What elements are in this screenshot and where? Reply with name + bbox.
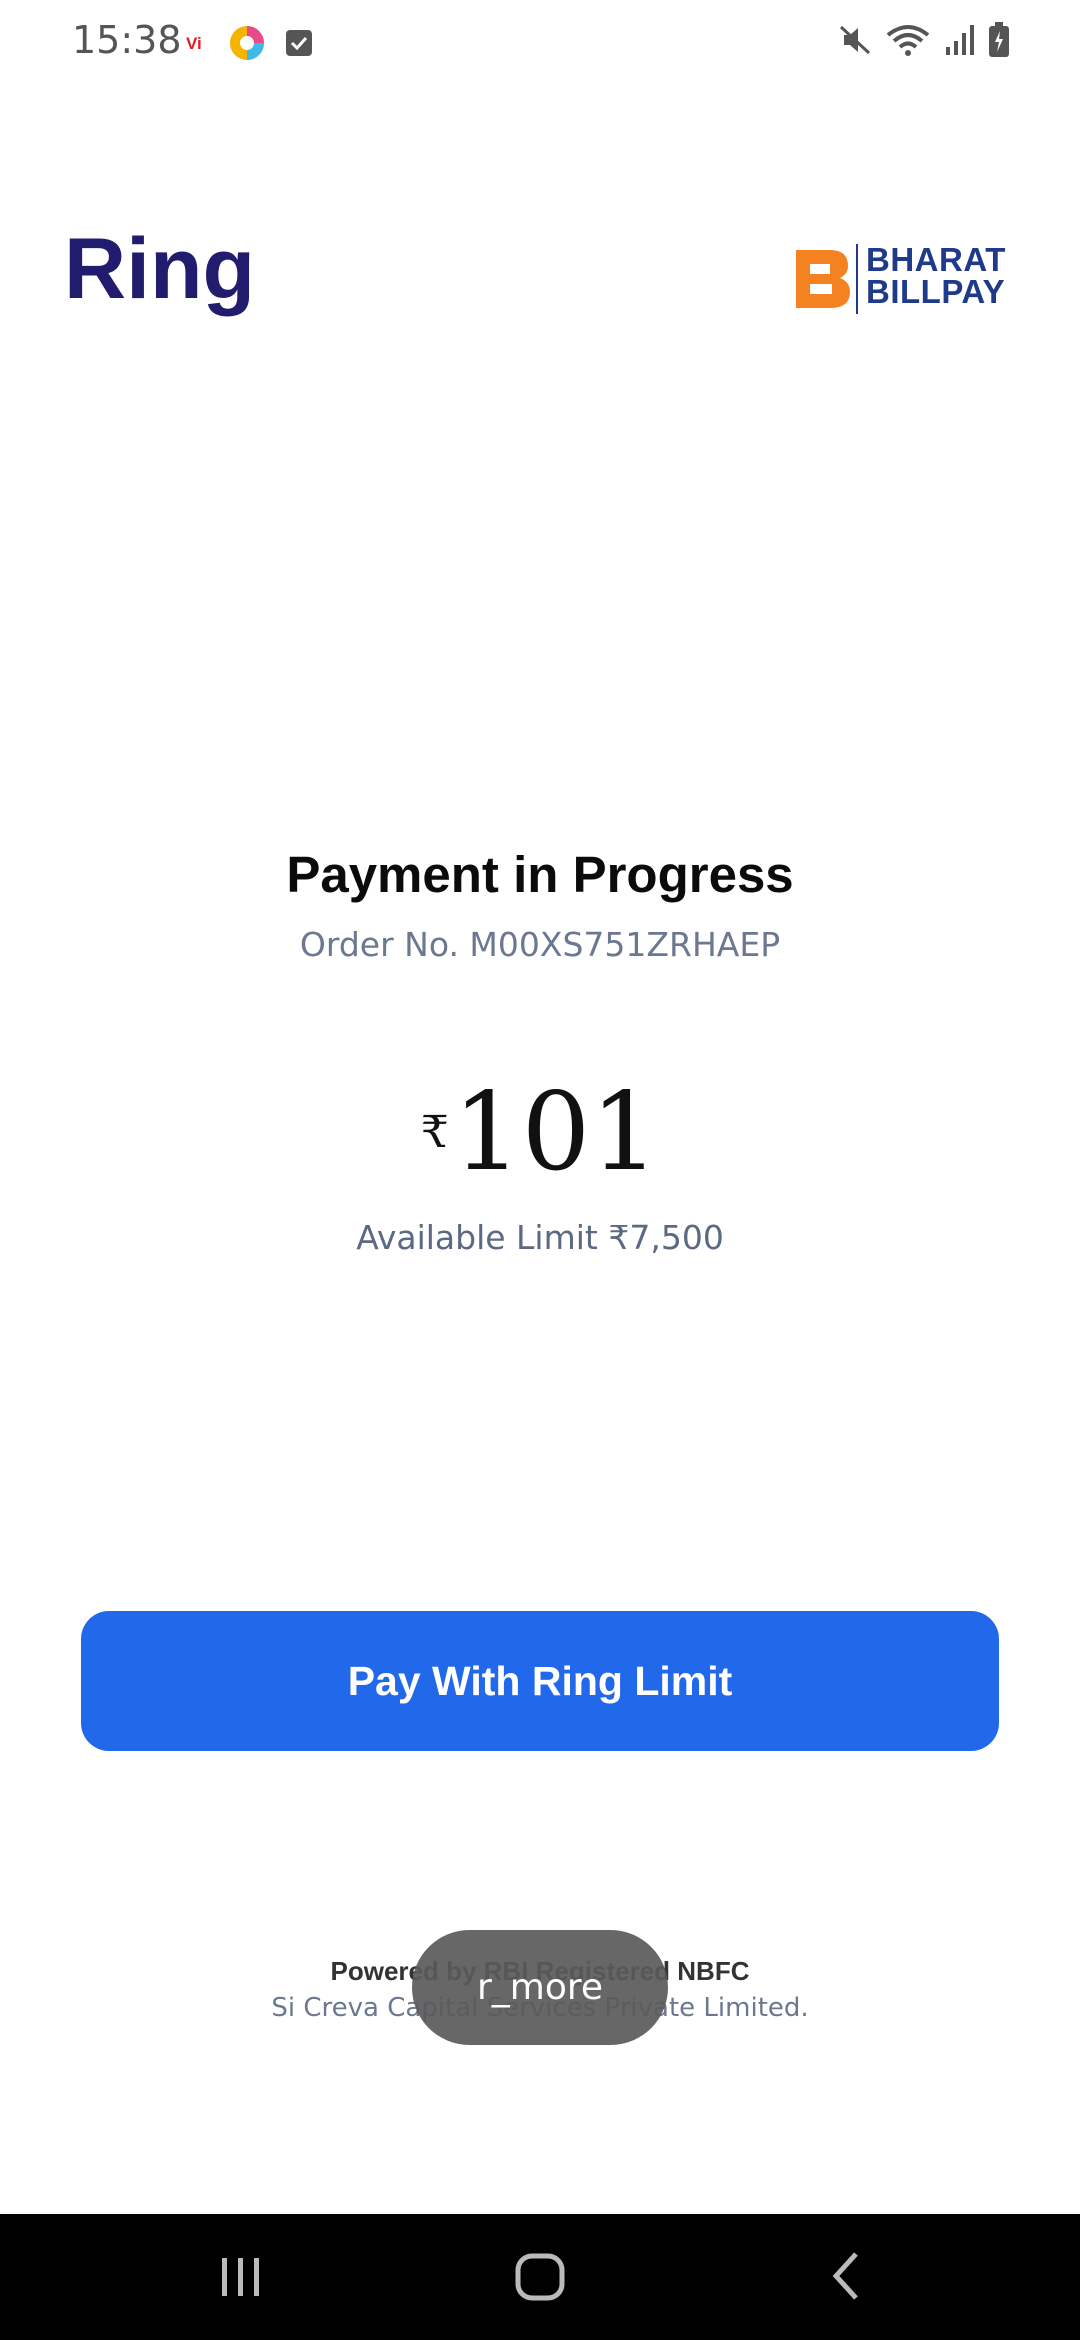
status-icons-left: Vi bbox=[186, 24, 314, 62]
home-icon[interactable] bbox=[514, 2244, 568, 2308]
status-time: 15:38 bbox=[72, 18, 182, 62]
bbps-line1: BHARAT bbox=[866, 241, 1006, 278]
browser-icon bbox=[230, 26, 264, 60]
order-number: Order No. M00XS751ZRHAEP bbox=[299, 925, 781, 964]
status-bar: 15:38 Vi bbox=[0, 0, 1080, 90]
wifi-icon bbox=[886, 25, 930, 56]
vi-icon: Vi bbox=[186, 34, 202, 53]
ring-logo: Ring bbox=[64, 228, 255, 317]
toast-text: r_more bbox=[476, 1967, 604, 2008]
amount-value: 101 bbox=[452, 1070, 660, 1195]
pay-button-label: Pay With Ring Limit bbox=[347, 1657, 733, 1704]
battery-icon bbox=[989, 22, 1009, 57]
checkbox-notification-icon bbox=[286, 30, 312, 56]
svg-text:Vi: Vi bbox=[186, 34, 202, 53]
status-icons-right bbox=[838, 22, 1010, 58]
amount-display: ₹101 bbox=[0, 1070, 1080, 1195]
mute-icon bbox=[839, 25, 871, 55]
available-limit: Available Limit ₹7,500 bbox=[356, 1218, 724, 1257]
navigation-bar bbox=[0, 2214, 1080, 2340]
pay-with-ring-limit-button[interactable]: Pay With Ring Limit bbox=[81, 1611, 999, 1751]
bbps-line2: BILLPAY bbox=[866, 273, 1006, 310]
signal-icon bbox=[946, 25, 974, 55]
recent-apps-icon[interactable] bbox=[218, 2244, 264, 2308]
page-title: Payment in Progress bbox=[286, 846, 794, 903]
bbps-divider bbox=[856, 244, 858, 314]
back-icon[interactable] bbox=[826, 2244, 866, 2308]
bbps-text: BHARAT BILLPAY bbox=[866, 241, 1006, 310]
currency-symbol: ₹ bbox=[420, 1107, 449, 1158]
toast-message: r_more bbox=[412, 1930, 668, 2045]
ring-logo-text: Ring bbox=[64, 228, 255, 317]
